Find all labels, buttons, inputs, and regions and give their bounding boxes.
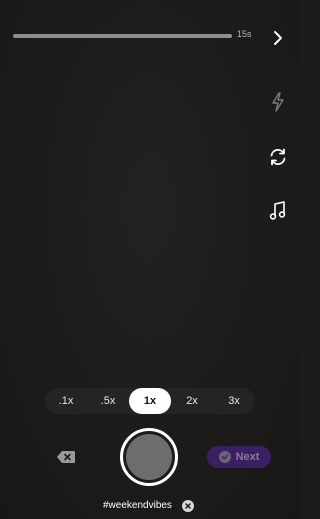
chevron-right-icon <box>274 31 282 45</box>
backspace-icon <box>57 451 75 463</box>
music-button[interactable] <box>266 199 290 223</box>
flash-button[interactable] <box>266 90 290 114</box>
speed-option-1x[interactable]: 1x <box>129 388 171 414</box>
flip-camera-icon <box>270 148 286 166</box>
hashtag-label: #weekendvibes <box>103 500 172 511</box>
next-step-button[interactable] <box>266 26 290 50</box>
close-icon <box>185 503 191 509</box>
record-button[interactable] <box>120 428 178 486</box>
next-button-label: Next <box>235 451 260 463</box>
recording-progress-bar <box>13 34 232 38</box>
speed-option-0.1x[interactable]: .1x <box>45 388 87 414</box>
music-icon <box>269 201 286 220</box>
flip-camera-button[interactable] <box>266 145 290 169</box>
speed-option-0.5x[interactable]: .5x <box>87 388 129 414</box>
flash-icon <box>272 92 284 112</box>
delete-clip-button[interactable] <box>56 450 76 464</box>
max-duration-label: 15s <box>237 29 252 39</box>
speed-option-2x[interactable]: 2x <box>171 388 213 414</box>
remove-hashtag-button[interactable] <box>182 500 194 512</box>
speed-selector: .1x .5x 1x 2x 3x <box>45 388 255 414</box>
camera-viewfinder: 15s .1x .5x 1x 2x 3x Next #weekendvibes <box>0 0 299 519</box>
check-icon <box>218 451 231 463</box>
speed-option-3x[interactable]: 3x <box>213 388 255 414</box>
record-button-core <box>126 434 172 480</box>
next-button[interactable]: Next <box>207 446 271 468</box>
